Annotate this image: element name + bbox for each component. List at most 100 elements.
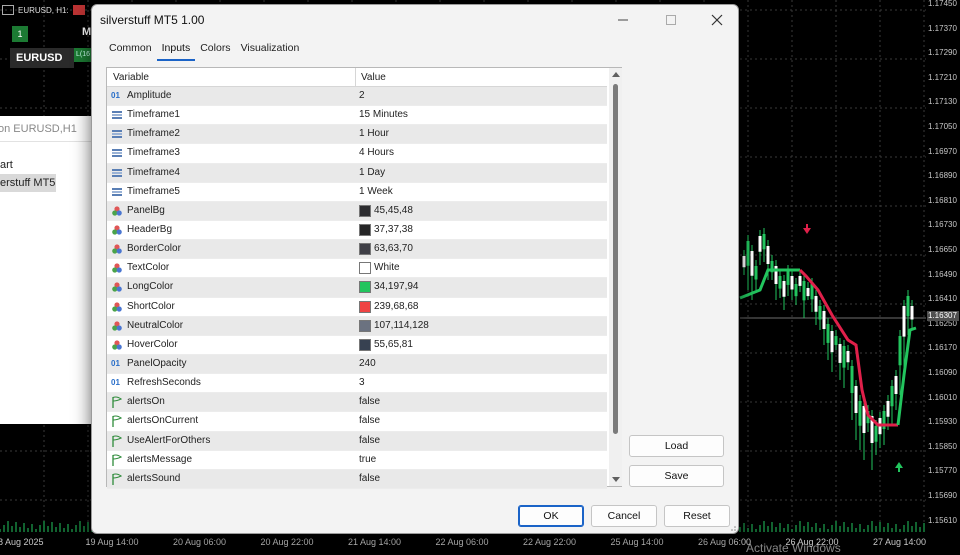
reset-button[interactable]: Reset (664, 505, 730, 527)
scroll-down-icon[interactable] (612, 477, 620, 482)
input-row-refreshseconds[interactable]: 01 RefreshSeconds 3 (107, 374, 607, 394)
variable-name: alertsOnCurrent (127, 415, 199, 427)
variable-value[interactable]: 1 Hour (359, 128, 389, 139)
variable-value[interactable]: 55,65,81 (374, 339, 413, 350)
variable-name: LongColor (127, 281, 174, 293)
dialog-title-bar[interactable]: silverstuff MT5 1.00 (92, 5, 738, 35)
variable-value[interactable]: false (359, 435, 380, 446)
trade-number-badge[interactable]: 1 (12, 26, 28, 42)
input-row-hovercolor[interactable]: HoverColor 55,65,81 (107, 335, 607, 355)
variable-name: alertsOn (127, 396, 165, 408)
variable-value[interactable]: 1 Week (359, 186, 393, 197)
candle-body (842, 346, 846, 368)
price-tick-label: 1.16810 (928, 195, 957, 205)
color-swatch[interactable] (359, 223, 371, 236)
scroll-up-icon[interactable] (612, 72, 620, 77)
resize-grip-icon[interactable] (728, 523, 736, 531)
grid-scrollbar[interactable] (609, 68, 622, 486)
input-row-timeframe1[interactable]: Timeframe1 15 Minutes (107, 106, 607, 126)
candle-body (798, 276, 802, 286)
load-button[interactable]: Load (629, 435, 724, 457)
variable-value[interactable]: 239,68,68 (374, 301, 419, 312)
scroll-thumb[interactable] (613, 84, 618, 434)
enum-icon (112, 111, 122, 120)
color-swatch[interactable] (359, 262, 371, 275)
variable-value[interactable]: 45,45,48 (374, 205, 413, 216)
variable-value[interactable]: 1 Day (359, 167, 385, 178)
input-row-timeframe4[interactable]: Timeframe4 1 Day (107, 163, 607, 183)
variable-value[interactable]: 3 (359, 377, 365, 388)
variable-value[interactable]: 34,197,94 (374, 281, 419, 292)
input-row-amplitude[interactable]: 01 Amplitude 2 (107, 87, 607, 107)
candle-body (786, 271, 790, 285)
color-swatch[interactable] (359, 204, 371, 217)
input-row-timeframe5[interactable]: Timeframe5 1 Week (107, 182, 607, 202)
variable-value[interactable]: White (374, 262, 400, 273)
dialog-tabs: Common Inputs Colors Visualization (104, 41, 304, 61)
input-row-timeframe2[interactable]: Timeframe2 1 Hour (107, 125, 607, 145)
time-tick-label: 19 Aug 14:00 (85, 537, 139, 547)
save-button[interactable]: Save (629, 465, 724, 487)
input-row-longcolor[interactable]: LongColor 34,197,94 (107, 278, 607, 298)
input-row-panelopacity[interactable]: 01 PanelOpacity 240 (107, 354, 607, 375)
navigator-item-chart[interactable]: art (0, 156, 91, 174)
candle-body (790, 276, 794, 290)
close-button[interactable] (694, 5, 740, 35)
color-icon (112, 282, 122, 293)
price-tick-label: 1.16010 (928, 392, 957, 402)
variable-value[interactable]: 2 (359, 90, 365, 101)
input-row-alertson[interactable]: alertsOn false (107, 393, 607, 413)
color-swatch[interactable] (359, 281, 371, 294)
inputs-rows: 01 Amplitude 2 Timeframe1 15 Minutes Timefram… (107, 87, 607, 489)
input-row-alertsmessage[interactable]: alertsMessage true (107, 450, 607, 470)
tab-visualization[interactable]: Visualization (236, 41, 305, 61)
trend-line-short (798, 268, 898, 427)
variable-value[interactable]: 63,63,70 (374, 243, 413, 254)
variable-value[interactable]: 240 (359, 358, 376, 369)
color-swatch[interactable] (359, 243, 371, 256)
variable-value[interactable]: 107,114,128 (374, 320, 429, 331)
input-row-bordercolor[interactable]: BorderColor 63,63,70 (107, 240, 607, 260)
input-row-timeframe3[interactable]: Timeframe3 4 Hours (107, 144, 607, 164)
variable-value[interactable]: true (359, 454, 376, 465)
input-row-textcolor[interactable]: TextColor White (107, 259, 607, 279)
color-swatch[interactable] (359, 300, 371, 313)
candle-body (854, 386, 858, 413)
color-swatch[interactable] (359, 338, 371, 351)
input-row-alertsoncurrent[interactable]: alertsOnCurrent false (107, 412, 607, 432)
variable-value[interactable]: 4 Hours (359, 147, 394, 158)
variable-value[interactable]: 15 Minutes (359, 109, 408, 120)
candle-body (814, 296, 818, 312)
variable-name: Timeframe5 (127, 185, 180, 197)
minimize-button[interactable] (600, 5, 646, 35)
input-row-usealertforothers[interactable]: UseAlertForOthers false (107, 431, 607, 451)
color-swatch[interactable] (359, 319, 371, 332)
candle-body (906, 296, 910, 317)
candle-body (818, 306, 822, 320)
candle-body (894, 376, 898, 394)
candle-body (858, 401, 862, 426)
variable-value[interactable]: false (359, 473, 380, 484)
time-tick-label: 20 Aug 22:00 (260, 537, 314, 547)
tab-common[interactable]: Common (104, 41, 157, 61)
input-row-neutralcolor[interactable]: NeutralColor 107,114,128 (107, 316, 607, 336)
input-row-shortcolor[interactable]: ShortColor 239,68,68 (107, 297, 607, 317)
navigator-item-indicator[interactable]: erstuff MT5 (0, 174, 56, 192)
input-row-panelbg[interactable]: PanelBg 45,45,48 (107, 201, 607, 221)
column-header-value[interactable]: Value (361, 72, 386, 83)
tab-inputs[interactable]: Inputs (156, 41, 196, 61)
tab-colors[interactable]: Colors (195, 41, 235, 61)
input-row-alertssound[interactable]: alertsSound false (107, 469, 607, 489)
cancel-button[interactable]: Cancel (591, 505, 657, 527)
column-header-variable[interactable]: Variable (113, 72, 149, 83)
variable-value[interactable]: false (359, 396, 380, 407)
variable-value[interactable]: 37,37,38 (374, 224, 413, 235)
candle-body (778, 276, 782, 289)
maximize-button[interactable] (648, 5, 694, 35)
variable-name: PanelBg (127, 204, 165, 216)
variable-value[interactable]: false (359, 415, 380, 426)
ok-button[interactable]: OK (518, 505, 584, 527)
input-row-headerbg[interactable]: HeaderBg 37,37,38 (107, 220, 607, 241)
dialog-title: silverstuff MT5 1.00 (100, 13, 205, 27)
variable-name: Timeframe1 (127, 109, 180, 121)
